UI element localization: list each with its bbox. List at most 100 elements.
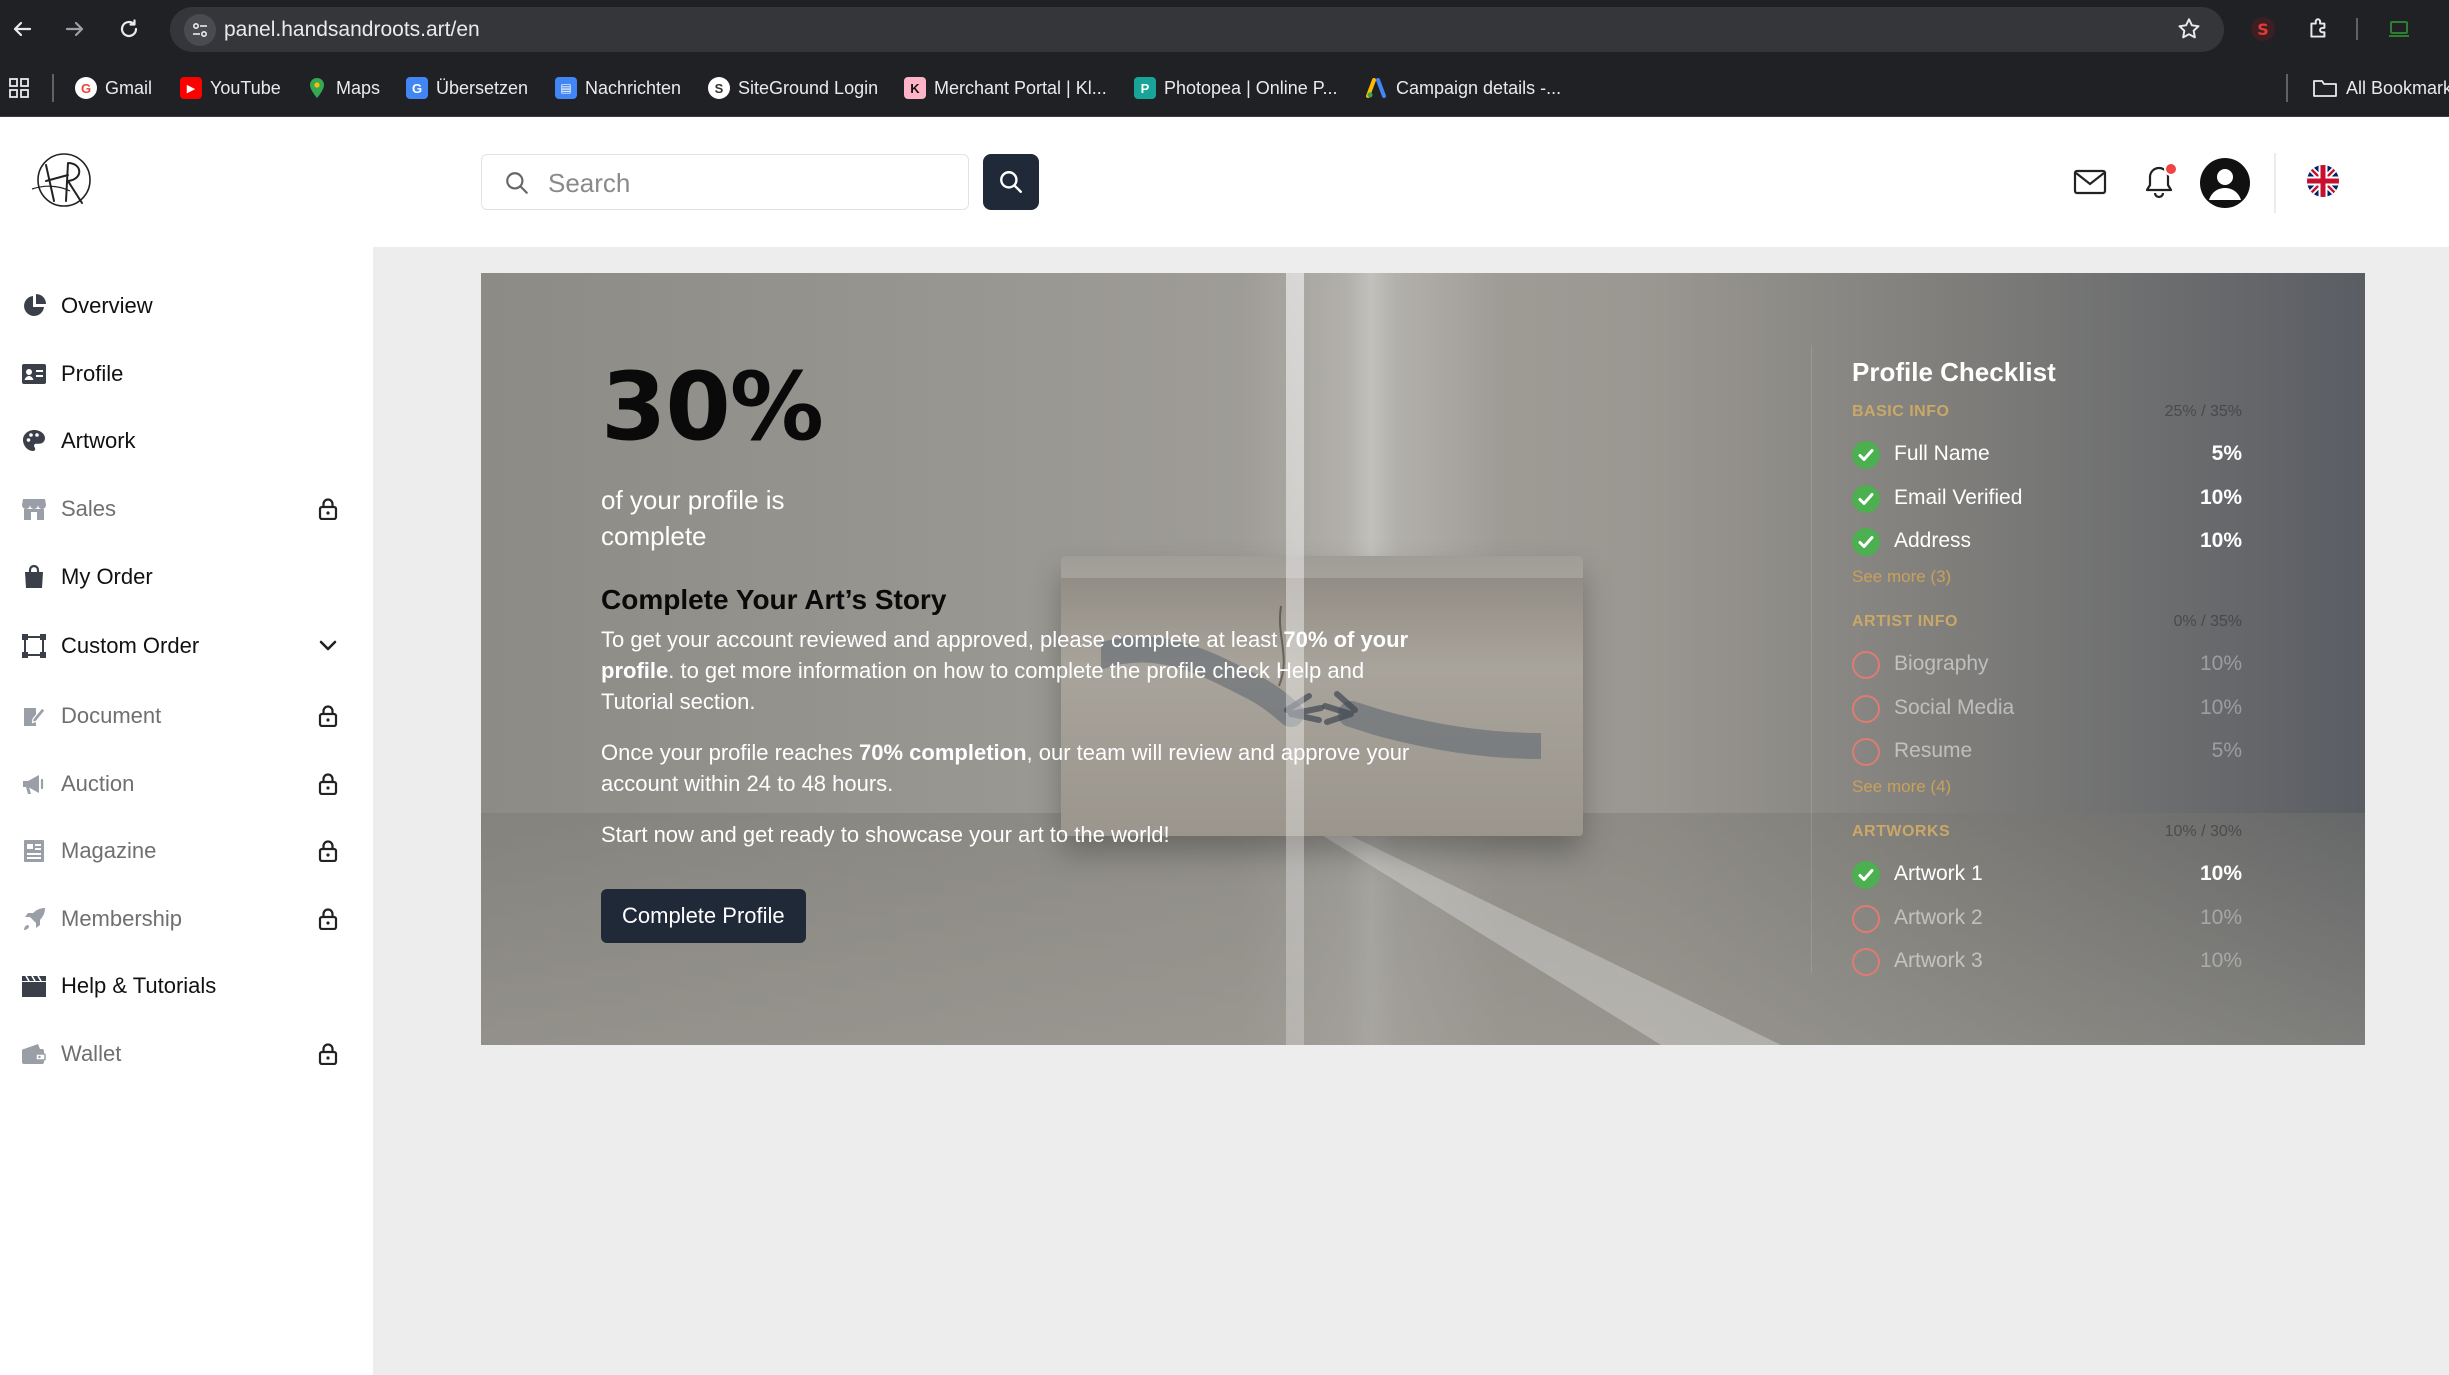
sidebar-item-artwork[interactable]: Artwork [0,416,373,466]
photopea-icon: P [1134,77,1156,99]
reload-icon [120,19,138,38]
bookmark-news[interactable]: ▤ Nachrichten [555,75,681,101]
chevron-down-icon[interactable] [314,632,342,660]
checklist-item-value: 10% [2199,696,2242,719]
checklist-item-name: Full Name [1894,442,1990,465]
bookmark-photopea[interactable]: P Photopea | Online P... [1134,75,1337,101]
empty-circle-icon [1852,738,1880,766]
checklist-item-name: Artwork 3 [1894,949,1983,972]
checklist-section-heading: ARTIST INFO 0% / 35% [1852,613,2242,630]
siteground-icon: S [708,77,730,99]
bookmark-siteground[interactable]: S SiteGround Login [708,75,878,101]
checklist-item-address[interactable]: Address 10% [1852,526,2242,556]
all-bookmarks-button[interactable]: All Bookmarks [2312,75,2449,101]
sidebar-item-profile[interactable]: Profile [0,349,373,399]
address-bar[interactable]: panel.handsandroots.art/en [170,7,2224,52]
sidebar-item-custom-order[interactable]: Custom Order [0,621,373,671]
checklist-item-name: Biography [1894,652,1989,675]
empty-circle-icon [1852,905,1880,933]
checklist-item-value: 10% [2199,949,2242,972]
forward-button[interactable] [56,10,94,48]
sidebar-item-label: Overview [61,293,153,318]
sidebar-item-label: Document [61,703,162,728]
sidebar-item-membership[interactable]: Membership [0,894,373,944]
apps-icon[interactable] [8,75,30,101]
bookmark-youtube[interactable]: ▶ YouTube [180,75,281,101]
app-header [0,117,2449,247]
see-more-artist-info-link[interactable]: See more (4) [1852,777,1951,797]
google-icon: G [75,77,97,99]
bookmark-label: Campaign details -... [1396,77,1562,98]
seo-extension-icon[interactable]: S [2248,14,2278,44]
bookmarks-divider [52,74,54,102]
checklist-item-social-media[interactable]: Social Media 10% [1852,693,2242,723]
checklist-item-name: Social Media [1894,696,2015,719]
header-divider [2274,153,2276,213]
completion-subtitle: of your profile is complete [601,485,785,551]
wallet-icon [20,1040,48,1068]
checklist-item-name: Artwork 2 [1894,906,1983,929]
browser-toolbar: panel.handsandroots.art/en S [0,0,2449,59]
complete-profile-button[interactable]: Complete Profile [601,889,806,943]
checklist-item-artwork-3[interactable]: Artwork 3 10% [1852,946,2242,976]
messages-button[interactable] [2069,161,2111,203]
extensions-puzzle-icon[interactable] [2304,14,2334,44]
checklist-item-artwork-2[interactable]: Artwork 2 10% [1852,903,2242,933]
checklist-item-artwork-1[interactable]: Artwork 1 10% [1852,859,2242,889]
bookmark-translate[interactable]: G Übersetzen [406,75,528,101]
notifications-button[interactable] [2138,161,2180,203]
check-circle-icon [1852,528,1880,556]
lock-icon [314,837,342,865]
language-flag-uk-icon[interactable] [2307,165,2339,197]
user-avatar[interactable] [2200,158,2250,208]
bookmark-gmail[interactable]: G Gmail [75,75,152,101]
profile-checklist: Profile Checklist BASIC INFO 25% / 35% F… [1811,345,2365,976]
search-button[interactable] [983,154,1039,210]
bookmark-star-icon[interactable] [2176,16,2202,42]
empty-circle-icon [1852,651,1880,679]
site-info-icon[interactable] [184,14,216,46]
sidebar-item-label: Membership [61,906,183,931]
completion-percent: 30% [601,353,824,462]
reload-button[interactable] [110,10,148,48]
checklist-item-full-name[interactable]: Full Name 5% [1852,439,2242,469]
device-icon[interactable] [2384,14,2414,44]
hands-and-roots-logo[interactable] [24,145,100,215]
mail-icon [2073,169,2107,195]
sidebar-item-help-tutorials[interactable]: Help & Tutorials [0,961,373,1011]
bookmarks-divider [2286,74,2288,102]
sidebar-item-magazine[interactable]: Magazine [0,826,373,876]
sidebar-item-overview[interactable]: Overview [0,281,373,331]
sidebar-item-label: My Order [61,564,153,589]
check-circle-icon [1852,485,1880,513]
back-button[interactable] [3,10,41,48]
checklist-item-value: 10% [2199,486,2242,509]
checklist-item-biography[interactable]: Biography 10% [1852,649,2242,679]
checklist-item-value: 10% [2199,652,2242,675]
sidebar-item-sales[interactable]: Sales [0,484,373,534]
sidebar-item-label: Artwork [61,428,136,453]
check-circle-icon [1852,441,1880,469]
sidebar-item-document[interactable]: Document [0,691,373,741]
checklist-section-heading: ARTWORKS 10% / 30% [1852,823,2242,840]
megaphone-icon [20,770,48,798]
bookmark-maps[interactable]: Maps [306,75,380,101]
sidebar-item-my-order[interactable]: My Order [0,552,373,602]
checklist-item-value: 5% [2211,739,2242,762]
bookmark-google-ads[interactable]: Campaign details -... [1366,75,1561,101]
see-more-basic-info-link[interactable]: See more (3) [1852,567,1951,587]
notification-badge [2164,162,2178,176]
checklist-item-name: Resume [1894,739,1973,762]
bookmark-klarna[interactable]: K Merchant Portal | Kl... [904,75,1107,101]
empty-circle-icon [1852,695,1880,723]
sidebar-item-wallet[interactable]: Wallet [0,1029,373,1079]
checklist-item-email-verified[interactable]: Email Verified 10% [1852,483,2242,513]
lock-icon [314,770,342,798]
sidebar-item-auction[interactable]: Auction [0,759,373,809]
checklist-item-resume[interactable]: Resume 5% [1852,736,2242,766]
sidebar-item-label: Custom Order [61,633,200,658]
arrow-right-icon [65,21,84,37]
magazine-icon [20,837,48,865]
search-input[interactable] [548,163,948,203]
all-bookmarks-label: All Bookmarks [2346,77,2449,98]
